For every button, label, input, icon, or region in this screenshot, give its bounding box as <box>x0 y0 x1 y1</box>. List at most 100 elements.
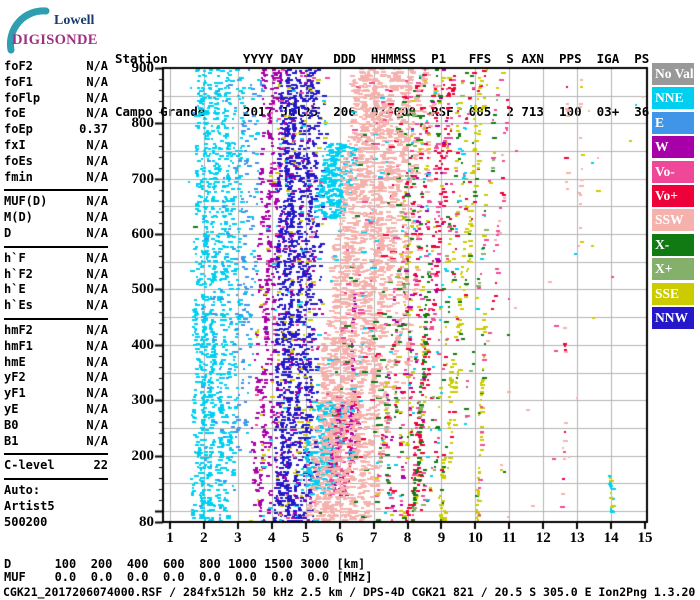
param-label: 500200 <box>4 514 48 529</box>
x-tick-label: 8 <box>403 530 412 546</box>
panel-divider <box>4 453 108 456</box>
ionogram-canvas <box>140 60 656 530</box>
param-row: B0 N/A <box>4 418 108 434</box>
param-row: yF2 N/A <box>4 370 108 386</box>
param-value: N/A <box>86 266 108 281</box>
y-tick-label: 900 <box>131 60 155 76</box>
param-label: yE <box>4 401 19 416</box>
y-tick-label: 80 <box>139 514 154 530</box>
panel-divider <box>4 189 108 192</box>
param-row: yF1 N/A <box>4 386 108 402</box>
param-label: h`F <box>4 250 26 265</box>
x-tick-label: 5 <box>301 530 310 546</box>
param-value: N/A <box>86 417 108 432</box>
param-value: N/A <box>86 433 108 448</box>
param-label: foE <box>4 106 26 121</box>
param-value: N/A <box>86 250 108 265</box>
param-row: h`E N/A <box>4 282 108 298</box>
param-label: C-level <box>4 458 55 473</box>
legend-item-x-: X+ <box>652 258 694 281</box>
x-tick-label: 3 <box>234 530 242 546</box>
param-label: foF1 <box>4 74 33 89</box>
param-value: N/A <box>86 74 108 89</box>
param-value: N/A <box>86 370 108 385</box>
param-value: N/A <box>86 194 108 209</box>
param-value: N/A <box>86 298 108 313</box>
param-label: hmE <box>4 354 26 369</box>
param-row: hmF2 N/A <box>4 323 108 339</box>
y-tick-label: 800 <box>131 115 155 132</box>
param-label: fxI <box>4 137 26 152</box>
legend-item-no-val: No Val <box>652 63 694 85</box>
param-label: h`E <box>4 282 26 297</box>
logo-text-digisonde: DIGISONDE <box>12 32 98 48</box>
y-tick-label: 400 <box>131 336 155 353</box>
param-label: foF2 <box>4 59 33 73</box>
file-status-footer: CGK21_2017206074000.RSF / 284fx512h 50 k… <box>3 585 696 599</box>
param-row: foFlp N/A <box>4 91 108 107</box>
x-tick-label: 15 <box>637 530 653 546</box>
param-value: N/A <box>86 137 108 152</box>
param-value: N/A <box>86 338 108 353</box>
y-tick-label: 200 <box>131 447 155 464</box>
param-value: N/A <box>86 153 108 168</box>
panel-divider <box>4 478 108 481</box>
param-label: foEp <box>4 122 33 137</box>
x-tick-label: 13 <box>569 530 585 546</box>
muf-row: MUF 0.0 0.0 0.0 0.0 0.0 0.0 0.0 0.0 [MHz… <box>4 570 373 584</box>
param-label: Artist5 <box>4 498 55 513</box>
param-value: N/A <box>86 225 108 240</box>
x-tick-label: 14 <box>603 530 619 546</box>
param-row: foEs N/A <box>4 154 108 170</box>
panel-divider <box>4 245 108 248</box>
param-row: fxI N/A <box>4 138 108 154</box>
param-row: B1 N/A <box>4 434 108 450</box>
param-row: yE N/A <box>4 402 108 418</box>
param-row: foEp 0.37 <box>4 122 108 138</box>
param-value: N/A <box>86 322 108 337</box>
param-label: yF2 <box>4 370 26 385</box>
x-tick-label: 11 <box>502 530 517 546</box>
legend-item-w: W <box>652 136 694 159</box>
param-label: h`F2 <box>4 266 33 281</box>
param-label: foEs <box>4 153 33 168</box>
x-tick-label: 2 <box>200 530 208 546</box>
legend-item-nne: NNE <box>652 87 694 110</box>
legend-item-ssw: SSW <box>652 209 694 232</box>
legend-item-e: E <box>652 111 694 134</box>
legend-item-nnw: NNW <box>652 306 694 329</box>
param-row: hmF1 N/A <box>4 339 108 355</box>
param-label: B0 <box>4 417 19 432</box>
param-value: N/A <box>86 386 108 401</box>
param-row: M(D) N/A <box>4 210 108 226</box>
x-tick-label: 9 <box>437 530 446 546</box>
param-row: D N/A <box>4 226 108 242</box>
param-label: hmF2 <box>4 322 33 337</box>
param-label: D <box>4 225 12 240</box>
x-tick-label: 10 <box>467 530 483 546</box>
param-label: fmin <box>4 169 33 184</box>
param-row: foF1 N/A <box>4 75 108 91</box>
ionogram-page: Lowell DIGISONDE Station YYYY DAY DDD HH… <box>0 0 700 600</box>
param-label: B1 <box>4 433 19 448</box>
legend-item-sse: SSE <box>652 282 694 305</box>
param-row: MUF(D) N/A <box>4 194 108 210</box>
param-value: N/A <box>86 354 108 369</box>
x-tick-label: 7 <box>369 530 378 546</box>
param-value: N/A <box>86 210 108 225</box>
legend-item-vo-: Vo+ <box>652 184 694 207</box>
param-value: N/A <box>86 59 108 73</box>
x-tick-label: 12 <box>535 530 551 546</box>
param-row: 500200 <box>4 515 108 531</box>
param-label: h`Es <box>4 298 33 313</box>
param-row: Auto: <box>4 483 108 499</box>
param-value: N/A <box>86 106 108 121</box>
legend-item-vo-: Vo- <box>652 160 694 183</box>
param-label: M(D) <box>4 210 33 225</box>
legend-item-x-: X- <box>652 233 694 256</box>
param-row: C-level 22 <box>4 458 108 474</box>
param-value: N/A <box>86 169 108 184</box>
param-value: N/A <box>86 282 108 297</box>
lowell-digisonde-logo: Lowell DIGISONDE <box>4 6 114 54</box>
param-label: foFlp <box>4 90 41 105</box>
